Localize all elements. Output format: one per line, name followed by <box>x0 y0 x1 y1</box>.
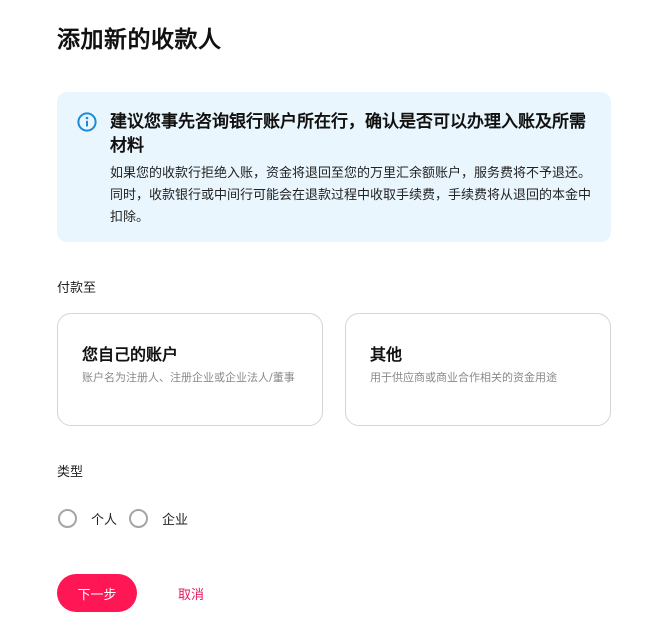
other-option-card[interactable]: 其他 用于供应商或商业合作相关的资金用途 <box>345 313 611 426</box>
radio-option-enterprise[interactable]: 企业 <box>129 508 189 528</box>
type-label: 类型 <box>57 465 84 480</box>
other-description: 用于供应商或商业合作相关的资金用途 <box>370 371 557 384</box>
radio-individual[interactable] <box>58 508 77 528</box>
radio-option-individual[interactable]: 个人 <box>58 508 118 528</box>
own-account-description: 账户名为注册人、注册企业或企业法人/董事 <box>82 371 295 384</box>
radio-enterprise-label: 企业 <box>162 512 189 528</box>
type-radio-group: 个人 企业 <box>58 506 200 530</box>
other-title: 其他 <box>370 345 403 364</box>
notice-body: 如果您的收款行拒绝入账，资金将退回至您的万里汇余额账户，服务费将不予退还。同时，… <box>110 166 592 225</box>
add-payee-page: 添加新的收款人 建议您事先咨询银行账户所在行，确认是否可以办理入账及所需材料 如… <box>0 0 668 643</box>
radio-individual-label: 个人 <box>91 512 118 528</box>
pay-to-label: 付款至 <box>57 281 97 296</box>
notice-title: 建议您事先咨询银行账户所在行，确认是否可以办理入账及所需材料 <box>110 112 586 156</box>
info-icon <box>77 112 97 132</box>
radio-enterprise[interactable] <box>129 508 149 528</box>
own-account-title: 您自己的账户 <box>82 345 179 364</box>
cancel-button[interactable]: 取消 <box>178 584 204 603</box>
info-notice: 建议您事先咨询银行账户所在行，确认是否可以办理入账及所需材料 如果您的收款行拒绝… <box>57 92 611 242</box>
page-title: 添加新的收款人 <box>57 27 222 53</box>
next-step-button[interactable]: 下一步 <box>57 574 137 612</box>
own-account-option-card[interactable]: 您自己的账户 账户名为注册人、注册企业或企业法人/董事 <box>57 313 323 426</box>
